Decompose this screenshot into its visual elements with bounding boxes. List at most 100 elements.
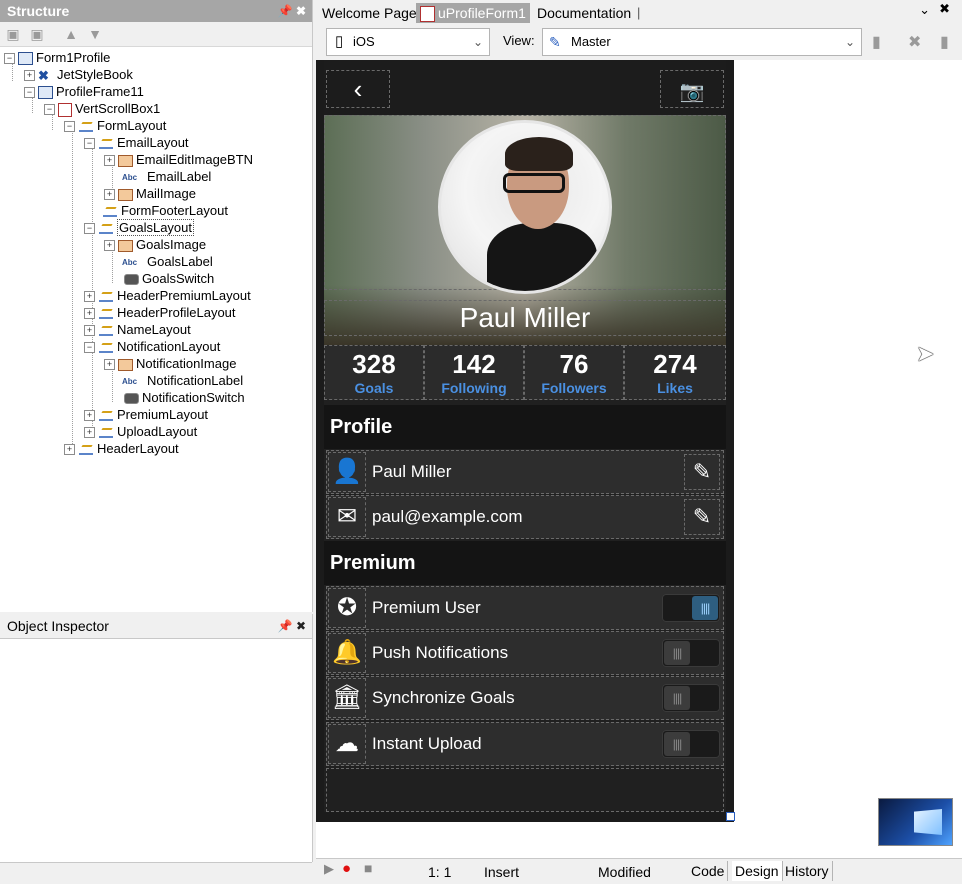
object-inspector-title-bar: Object Inspector 📌 ✖ <box>0 614 312 639</box>
tab-separator: | <box>637 5 641 20</box>
push-notifications-switch[interactable]: |||| <box>662 639 720 667</box>
layout-icon <box>98 290 114 303</box>
left-status-bar <box>0 862 312 884</box>
resize-handle[interactable] <box>726 812 735 821</box>
record-icon[interactable]: ● <box>342 860 351 877</box>
form-icon <box>18 52 33 66</box>
tree-item-headerpremiumlayout[interactable]: + HeaderPremiumLayout <box>84 287 251 304</box>
platform-select[interactable]: ▯ iOS ⌄ <box>326 28 490 56</box>
tree-item-namelayout[interactable]: + NameLayout <box>84 321 191 338</box>
tree-item-notificationswitch[interactable]: NotificationSwitch <box>124 389 245 406</box>
layout-icon <box>98 324 114 337</box>
play-icon[interactable]: ▶ <box>324 861 334 877</box>
pin-icon[interactable]: 📌 <box>278 4 293 18</box>
tab-code[interactable]: Code <box>688 861 729 881</box>
tree-item-form1profile[interactable]: − Form1Profile <box>4 49 110 66</box>
device-icon[interactable]: ▮ <box>872 32 881 52</box>
tree-item-headerlayout[interactable]: + HeaderLayout <box>64 440 179 457</box>
structure-panel: Structure 📌 ✖ ▣ ▣ ▲ ▼ − Form1Profile + ✖ Je… <box>0 0 313 612</box>
stat-likes[interactable]: 274 Likes <box>624 345 726 400</box>
tab-uprofileform1[interactable]: uProfileForm1 <box>416 3 530 23</box>
delete-view-icon[interactable]: ▮ <box>940 32 949 52</box>
tree-item-notificationlabel[interactable]: Abc NotificationLabel <box>122 372 243 389</box>
edit-email-button[interactable]: ✎ <box>684 499 720 535</box>
user-icon: 👤 <box>328 452 366 492</box>
layout-icon <box>78 443 94 456</box>
profile-name: Paul Miller <box>324 300 726 336</box>
tree-item-uploadlayout[interactable]: + UploadLayout <box>84 423 197 440</box>
push-notifications-row: 🔔 Push Notifications |||| <box>326 631 724 675</box>
close-icon[interactable]: ✖ <box>296 619 306 633</box>
chevron-down-icon: ⌄ <box>844 35 855 49</box>
bell-icon: 🔔 <box>328 633 366 673</box>
close-tab-icon[interactable]: ✖ <box>939 1 950 17</box>
close-icon[interactable]: ✖ <box>296 4 306 18</box>
phone-form-preview: ‹ 📷 Paul Miller 328 Goals 142 Following 76… <box>316 60 735 822</box>
stop-icon[interactable]: ■ <box>364 860 372 876</box>
tree-item-goalslabel[interactable]: Abc GoalsLabel <box>122 253 213 270</box>
tab-design[interactable]: Design <box>732 861 783 881</box>
tree-item-headerprofilelayout[interactable]: + HeaderProfileLayout <box>84 304 236 321</box>
stats-bar: 328 Goals 142 Following 76 Followers 274 Lik… <box>324 345 726 400</box>
back-button[interactable]: ‹ <box>326 70 390 108</box>
instant-upload-switch[interactable]: |||| <box>662 730 720 758</box>
move-up-icon[interactable]: ▲ <box>62 26 80 42</box>
tree-item-goalsswitch[interactable]: GoalsSwitch <box>124 270 214 287</box>
remove-view-icon[interactable]: ✖ <box>908 32 921 52</box>
camera-icon: 📷 <box>679 81 705 103</box>
tree-item-formfooterlayout[interactable]: FormFooterLayout <box>102 202 228 219</box>
tree-item-formlayout[interactable]: − FormLayout <box>64 117 166 134</box>
tab-documentation[interactable]: Documentation <box>537 3 631 23</box>
structure-title: Structure <box>7 3 70 19</box>
push-notifications-label: Push Notifications <box>372 643 509 662</box>
folder-collapse-icon[interactable]: ▣ <box>4 26 22 42</box>
cursor-position: 1: 1 <box>428 864 452 880</box>
mail-icon: ✉ <box>328 497 366 537</box>
layout-icon <box>98 222 114 235</box>
structure-title-bar: Structure 📌 ✖ <box>0 0 312 22</box>
tab-welcome-page[interactable]: Welcome Page <box>322 3 417 23</box>
stat-following[interactable]: 142 Following <box>424 345 524 400</box>
layout-icon <box>98 137 114 150</box>
tree-item-goalslayout[interactable]: − GoalsLayout <box>84 219 194 236</box>
stat-followers[interactable]: 76 Followers <box>524 345 624 400</box>
designer-toolbar: ▯ iOS ⌄ View: ✎ Master ⌄ ▮ ✖ ▮ <box>316 24 962 60</box>
edit-name-button[interactable]: ✎ <box>684 454 720 490</box>
folder-expand-icon[interactable]: ▣ <box>28 26 46 42</box>
pin-icon[interactable]: 📌 <box>278 619 293 633</box>
tree-item-goalsimage[interactable]: + GoalsImage <box>104 236 206 253</box>
tree-item-premiumlayout[interactable]: + PremiumLayout <box>84 406 208 423</box>
stat-goals[interactable]: 328 Goals <box>324 345 424 400</box>
avatar <box>438 120 612 294</box>
tree-item-emaillayout[interactable]: − EmailLayout <box>84 134 189 151</box>
tab-list-dropdown-icon[interactable]: ⌄ <box>919 2 930 18</box>
camera-button[interactable]: 📷 <box>660 70 724 108</box>
star-icon: ✪ <box>328 588 366 628</box>
tree-item-notificationimage[interactable]: + NotificationImage <box>104 355 236 372</box>
form-footer-layout <box>326 768 724 812</box>
tree-item-jetstylebook[interactable]: + ✖ JetStyleBook <box>24 66 133 83</box>
tree-item-emaileditimagebtn[interactable]: + EmailEditImageBTN <box>104 151 253 168</box>
instant-upload-label: Instant Upload <box>372 734 482 753</box>
scrollbox-icon <box>58 102 72 117</box>
view-select[interactable]: ✎ Master ⌄ <box>542 28 862 56</box>
premium-user-row: ✪ Premium User |||| <box>326 586 724 630</box>
tree-item-mailimage[interactable]: + MailImage <box>104 185 196 202</box>
synchronize-goals-switch[interactable]: |||| <box>662 684 720 712</box>
move-down-icon[interactable]: ▼ <box>86 26 104 42</box>
phone-icon: ▯ <box>335 33 344 50</box>
tree-item-notificationlayout[interactable]: − NotificationLayout <box>84 338 220 355</box>
layout-icon <box>98 307 114 320</box>
preview-thumbnail[interactable] <box>878 798 953 846</box>
tree-item-vertscrollbox1[interactable]: − VertScrollBox1 <box>44 100 160 117</box>
tab-history[interactable]: History <box>782 861 833 881</box>
layout-icon <box>98 426 114 439</box>
edit-mode: Insert <box>484 864 520 880</box>
premium-user-label: Premium User <box>372 598 481 617</box>
tree-item-profileframe11[interactable]: − ProfileFrame11 <box>24 83 144 100</box>
bank-icon: 🏛 <box>328 678 366 718</box>
tree-item-emaillabel[interactable]: Abc EmailLabel <box>122 168 211 185</box>
synchronize-goals-label: Synchronize Goals <box>372 688 515 707</box>
chevron-down-icon: ⌄ <box>472 35 483 49</box>
premium-user-switch[interactable]: |||| <box>662 594 720 622</box>
